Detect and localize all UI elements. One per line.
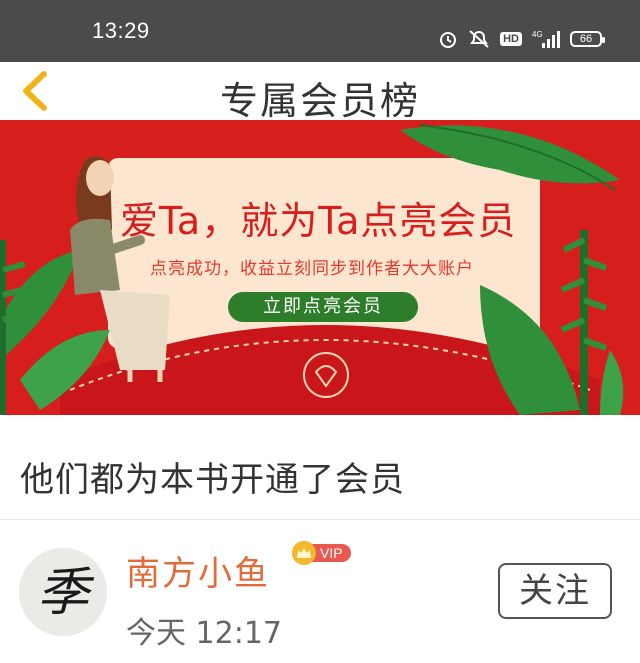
banner-headline: 爱Ta，就为Ta点亮会员 — [120, 199, 517, 243]
promo-banner[interactable]: 爱Ta，就为Ta点亮会员 点亮成功，收益立刻同步到作者大大账户 立即点亮会员 — [0, 120, 640, 415]
alarm-icon — [440, 32, 457, 48]
crown-icon — [292, 541, 316, 565]
status-bar: 13:29 HD 4G 66 — [0, 0, 640, 62]
list-item[interactable]: 季 南方小鱼 VIP 今天 12:17 关注 — [0, 520, 640, 663]
mute-icon — [469, 30, 489, 48]
avatar[interactable]: 季 — [19, 548, 107, 636]
page-title: 专属会员榜 — [219, 79, 420, 123]
section-title: 他们都为本书开通了会员 — [20, 460, 405, 500]
signal-icon: 4G — [532, 30, 560, 48]
header: 专属会员榜 — [0, 62, 640, 123]
svg-text:4G: 4G — [532, 30, 543, 39]
member-name[interactable]: 南方小鱼 — [126, 546, 270, 595]
vip-badge: VIP — [292, 541, 351, 565]
battery-icon: 66 — [570, 31, 605, 47]
follow-button[interactable]: 关注 — [498, 563, 612, 619]
light-up-member-button[interactable]: 立即点亮会员 — [228, 292, 418, 322]
banner-subtitle: 点亮成功，收益立刻同步到作者大大账户 — [150, 259, 474, 279]
avatar-image: 季 — [19, 548, 107, 636]
member-time: 今天 12:17 — [126, 616, 282, 651]
hd-icon: HD — [500, 32, 522, 46]
status-time: 13:29 — [92, 18, 150, 43]
vip-label: VIP — [310, 544, 351, 562]
svg-text:季: 季 — [37, 563, 95, 623]
status-icons: HD 4G 66 — [438, 28, 605, 50]
